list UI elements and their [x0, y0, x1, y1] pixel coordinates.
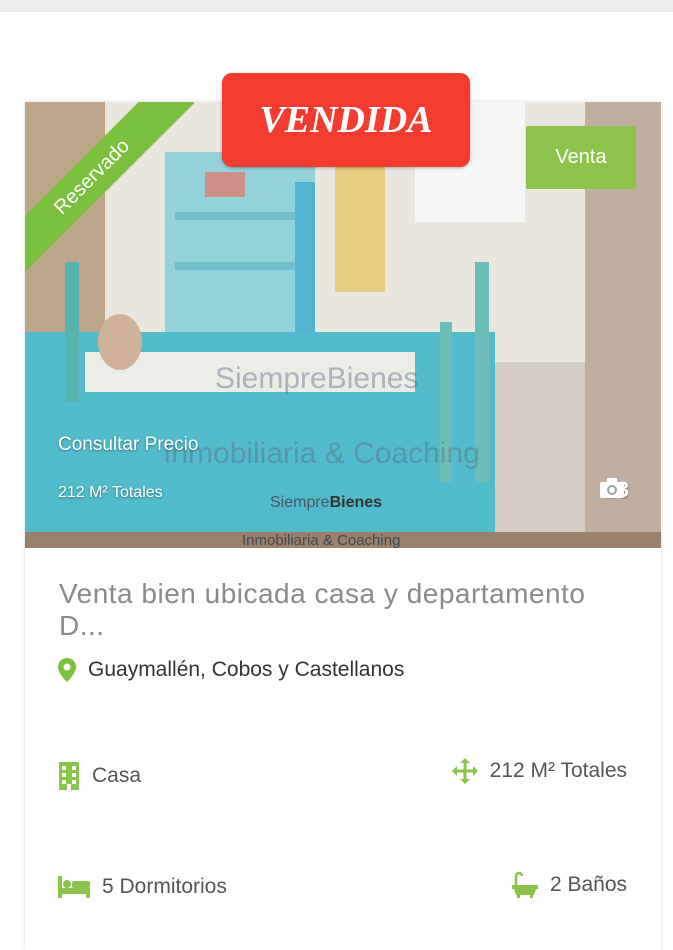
- property-card[interactable]: SiempreBienes Inmobiliaria & Coaching Re…: [25, 102, 661, 950]
- watermark-brand-large: SiempreBienes: [215, 362, 419, 395]
- watermark-tagline-large: Inmobiliaria & Coaching: [163, 437, 480, 470]
- map-pin-icon: [58, 658, 76, 682]
- feature-area: 212 M² Totales: [451, 758, 627, 784]
- feature-type: Casa: [58, 762, 141, 790]
- move-arrows-icon: [451, 758, 478, 784]
- top-strip: [0, 0, 673, 12]
- watermark-brand-bold: Bienes: [329, 494, 383, 511]
- feature-bathrooms: 2 Baños: [511, 872, 627, 898]
- sold-badge: VENDIDA: [222, 73, 470, 167]
- feature-type-label: Casa: [92, 764, 142, 787]
- listing-title[interactable]: Venta bien ubicada casa y departamento D…: [59, 578, 639, 642]
- feature-area-label: 212 M² Totales: [489, 759, 627, 782]
- building-icon: [58, 762, 80, 790]
- feature-bedrooms-label: 5 Dormitorios: [102, 875, 227, 898]
- watermark-tagline: Inmobiliaria & Coaching: [242, 532, 401, 548]
- feature-bathrooms-label: 2 Baños: [549, 873, 627, 896]
- feature-bedrooms: 5 Dormitorios: [58, 875, 227, 899]
- bed-icon: [58, 876, 90, 898]
- property-photo[interactable]: SiempreBienes Inmobiliaria & Coaching Re…: [25, 102, 661, 548]
- watermark-brand-light: Siempre: [270, 494, 330, 511]
- bathtub-icon: [511, 872, 538, 898]
- price-label: Consultar Precio: [58, 434, 199, 455]
- watermark-brand: SiempreBienes: [270, 494, 382, 512]
- operation-badge: Venta: [526, 126, 636, 189]
- location-text: Guaymallén, Cobos y Castellanos: [88, 658, 405, 681]
- photo-count[interactable]: 13: [599, 477, 629, 503]
- area-overlay-label: 212 M² Totales: [58, 484, 163, 501]
- location: Guaymallén, Cobos y Castellanos: [58, 658, 404, 682]
